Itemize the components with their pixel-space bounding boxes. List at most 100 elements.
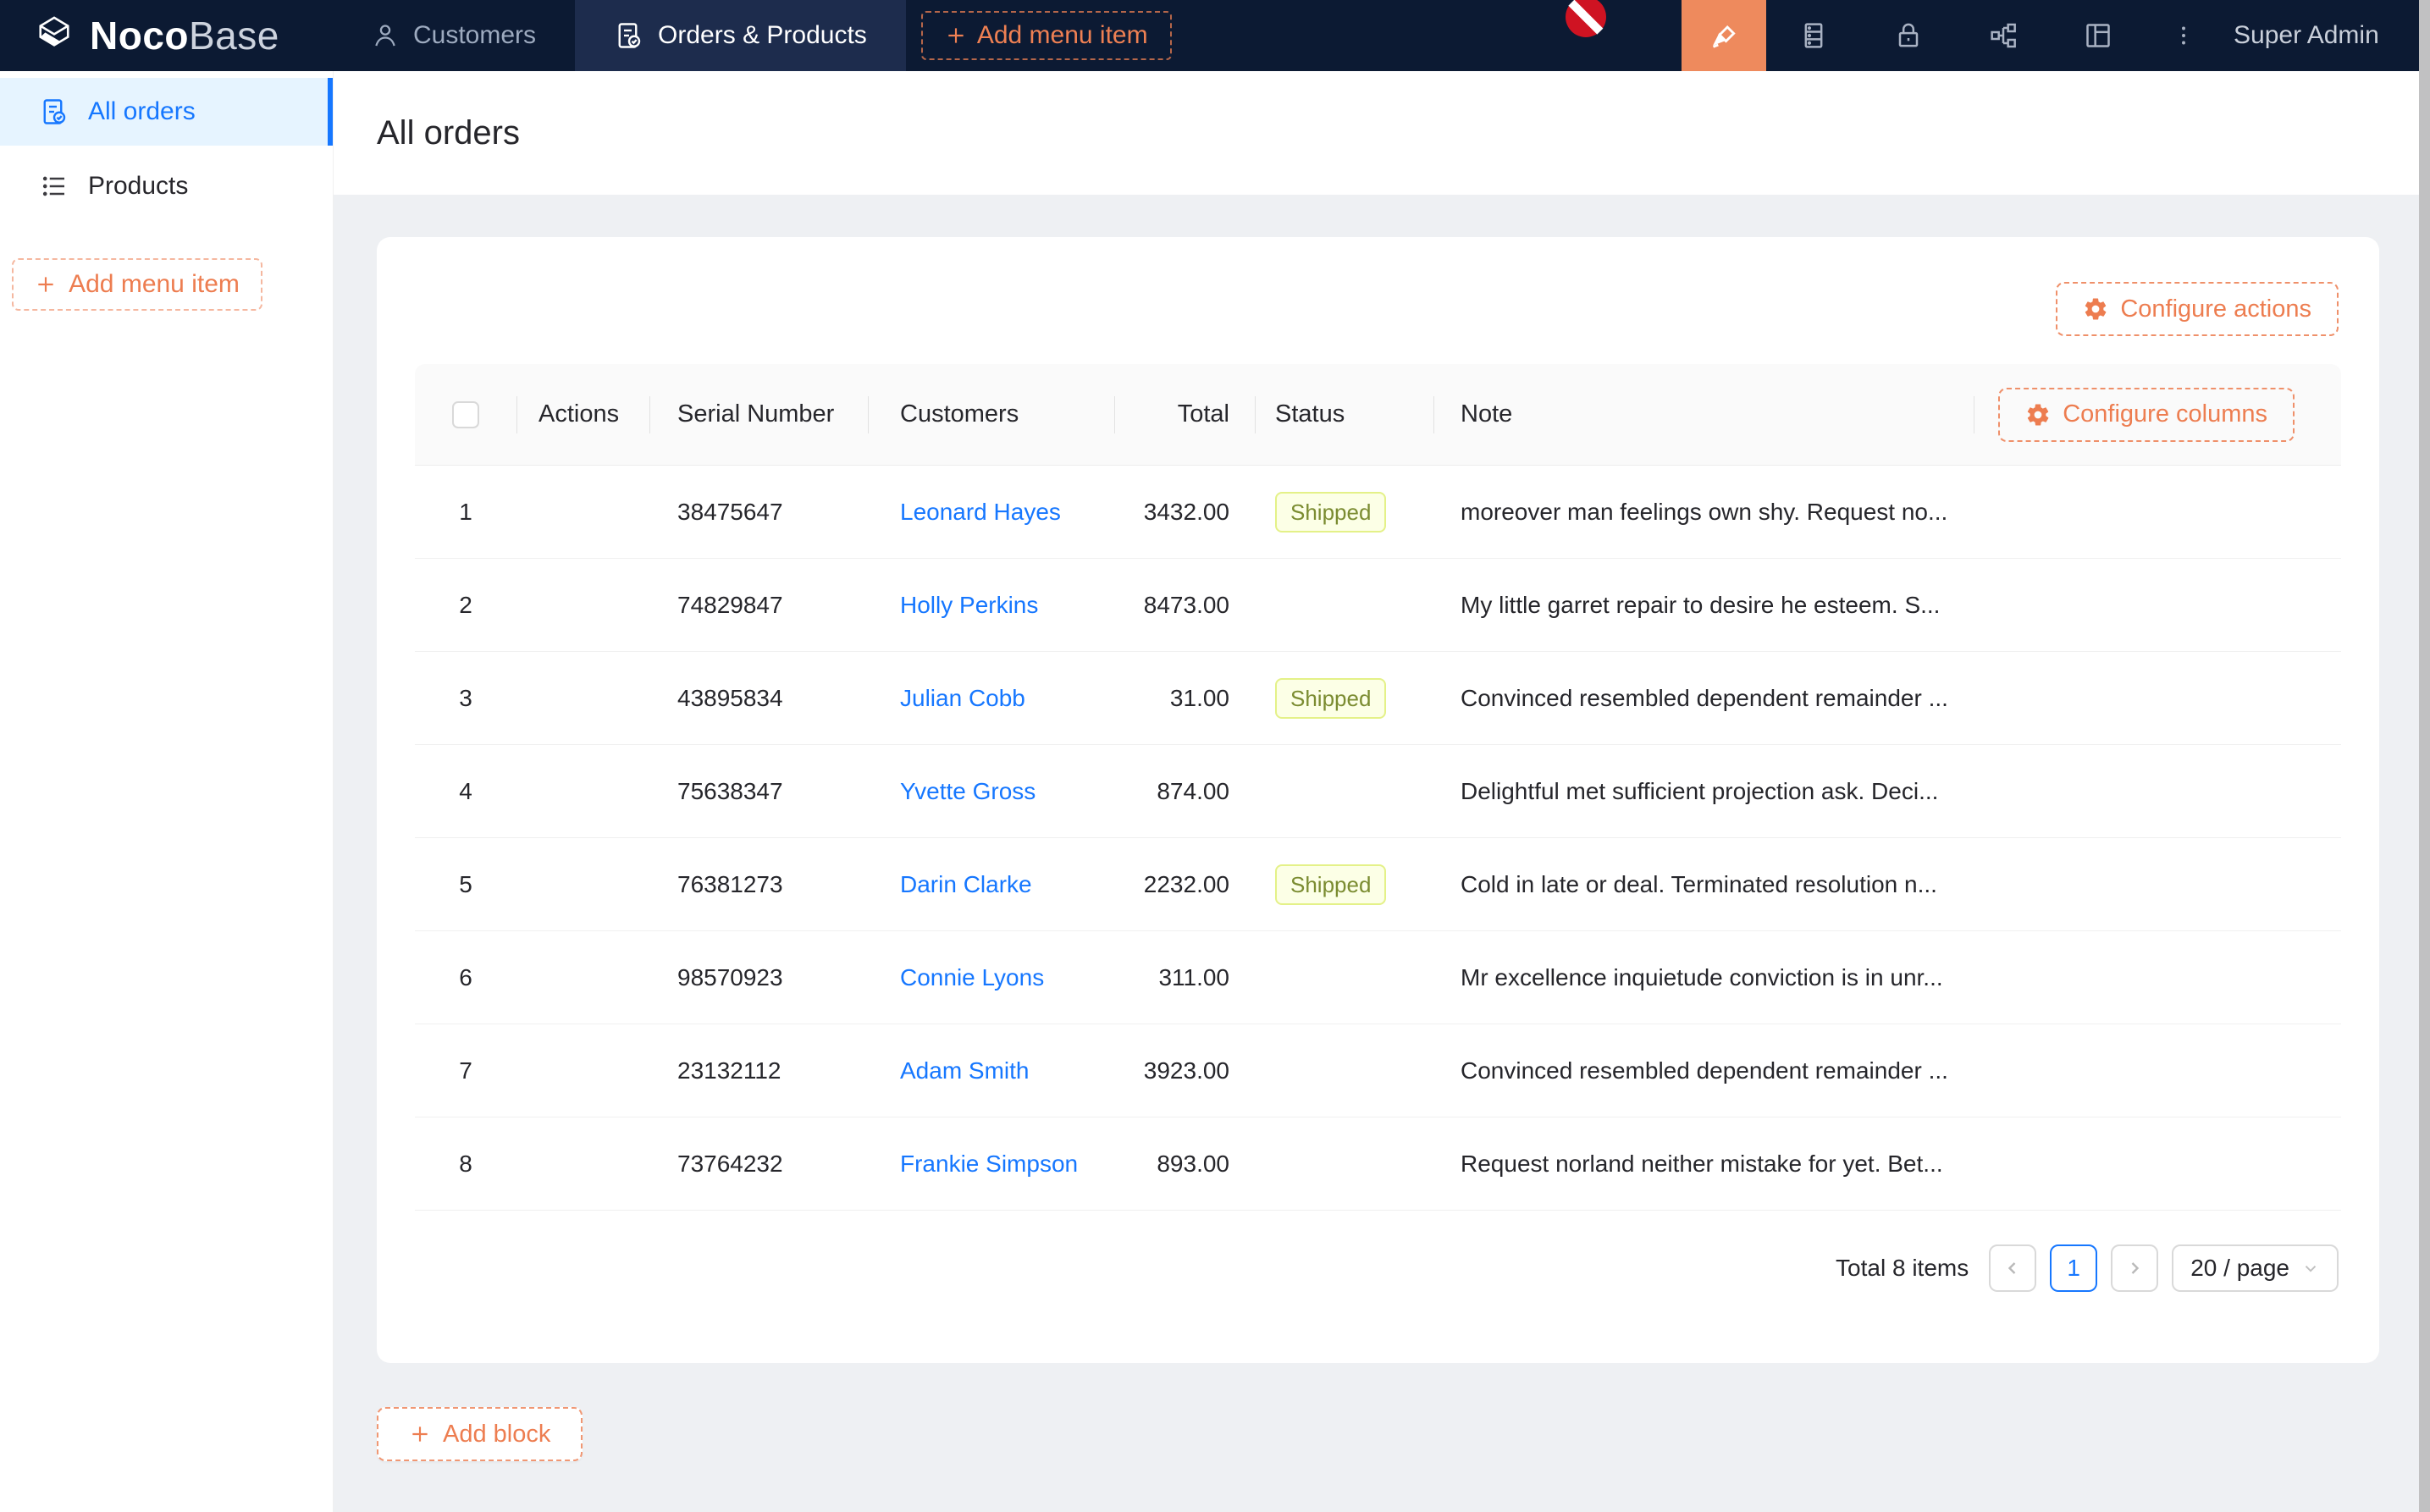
pagination-prev-button[interactable]	[1989, 1244, 2036, 1292]
total-cell: 31.00	[1114, 685, 1255, 712]
sidebar-add-menu-item-button[interactable]: Add menu item	[12, 258, 262, 311]
sitemap-icon	[1986, 19, 2020, 52]
nav-tabs: Customers Orders & Products	[332, 0, 906, 71]
layout-icon	[2081, 19, 2115, 52]
row-index: 8	[415, 1151, 516, 1178]
total-cell: 3923.00	[1114, 1057, 1255, 1084]
pagination-total: Total 8 items	[1836, 1255, 1969, 1282]
total-cell: 893.00	[1114, 1151, 1255, 1178]
configure-actions-button[interactable]: Configure actions	[2056, 282, 2339, 336]
sidebar-item-all-orders[interactable]: All orders	[0, 78, 333, 146]
collections-icon	[1797, 19, 1831, 52]
column-header-actions: Actions	[516, 364, 649, 465]
page-title: All orders	[377, 114, 520, 152]
table-row: 5 76381273 Darin Clarke 2232.00 Shipped …	[415, 838, 2341, 931]
customer-link[interactable]: Connie Lyons	[900, 964, 1044, 991]
main-content: All orders Configure actions Actions Ser…	[334, 71, 2430, 1512]
select-all-checkbox[interactable]	[452, 401, 479, 428]
pagination-next-button[interactable]	[2111, 1244, 2158, 1292]
row-index: 7	[415, 1057, 516, 1084]
sidebar-item-label: Products	[88, 172, 188, 201]
serial-number-cell: 75638347	[649, 778, 868, 805]
column-header-serial-number: Serial Number	[649, 364, 868, 465]
nocobase-logo-icon	[32, 14, 76, 58]
orders-table-card: Configure actions Actions Serial Number …	[377, 237, 2379, 1363]
highlighter-icon	[1707, 19, 1741, 52]
ellipsis-vertical-icon	[2169, 21, 2198, 50]
total-cell: 874.00	[1114, 778, 1255, 805]
customer-link[interactable]: Leonard Hayes	[900, 499, 1061, 525]
table-row: 4 75638347 Yvette Gross 874.00 Delightfu…	[415, 745, 2341, 838]
status-badge: Shipped	[1275, 678, 1386, 719]
row-index: 3	[415, 685, 516, 712]
nav-tab-label: Orders & Products	[658, 21, 867, 50]
column-header-customers: Customers	[868, 364, 1114, 465]
row-index: 5	[415, 871, 516, 898]
page-size-value: 20 / page	[2190, 1255, 2289, 1282]
customer-link[interactable]: Julian Cobb	[900, 685, 1025, 711]
column-header-total: Total	[1114, 364, 1255, 465]
pagination-page-1[interactable]: 1	[2050, 1244, 2097, 1292]
customer-link[interactable]: Frankie Simpson	[900, 1151, 1078, 1177]
ui-editor-button[interactable]	[1682, 0, 1766, 71]
table-row: 7 23132112 Adam Smith 3923.00 Convinced …	[415, 1024, 2341, 1117]
table-row: 8 73764232 Frankie Simpson 893.00 Reques…	[415, 1117, 2341, 1211]
nav-add-menu-item-label: Add menu item	[977, 21, 1148, 50]
nav-tab-label: Customers	[413, 21, 536, 50]
serial-number-cell: 98570923	[649, 964, 868, 991]
customer-link[interactable]: Yvette Gross	[900, 778, 1036, 804]
note-cell: My little garret repair to desire he est…	[1433, 592, 1974, 619]
chevron-down-icon	[2301, 1259, 2320, 1277]
configure-actions-label: Configure actions	[2120, 295, 2311, 323]
table-header-row: Actions Serial Number Customers Total St…	[415, 364, 2341, 466]
page-size-select[interactable]: 20 / page	[2172, 1244, 2339, 1292]
user-icon	[371, 21, 400, 50]
plugin-settings-button[interactable]	[2051, 0, 2146, 71]
lock-icon	[1892, 19, 1925, 52]
sidebar-item-products[interactable]: Products	[0, 152, 333, 220]
note-cell: Mr excellence inquietude conviction is i…	[1433, 964, 1974, 991]
collections-manager-button[interactable]	[1766, 0, 1861, 71]
note-cell: Request norland neither mistake for yet.…	[1433, 1151, 1974, 1178]
customer-link[interactable]: Adam Smith	[900, 1057, 1030, 1084]
note-cell: moreover man feelings own shy. Request n…	[1433, 499, 1974, 526]
row-index: 1	[415, 499, 516, 526]
gear-icon	[2083, 296, 2108, 322]
plus-icon	[945, 25, 967, 47]
plugins-button[interactable]	[1956, 0, 2051, 71]
sidebar: All orders Products Add menu item	[0, 71, 334, 1512]
table-row: 3 43895834 Julian Cobb 31.00 Shipped Con…	[415, 652, 2341, 745]
configure-columns-button[interactable]: Configure columns	[1998, 388, 2295, 442]
note-cell: Convinced resembled dependent remainder …	[1433, 685, 1974, 712]
nav-add-menu-item-button[interactable]: Add menu item	[921, 11, 1172, 60]
nav-tab-customers[interactable]: Customers	[332, 0, 575, 71]
column-header-note: Note	[1433, 364, 1974, 465]
plus-icon	[35, 273, 57, 295]
serial-number-cell: 43895834	[649, 685, 868, 712]
serial-number-cell: 38475647	[649, 499, 868, 526]
customer-link[interactable]: Darin Clarke	[900, 871, 1032, 897]
note-cell: Convinced resembled dependent remainder …	[1433, 1057, 1974, 1084]
logo-text-light: Base	[189, 14, 279, 58]
total-cell: 2232.00	[1114, 871, 1255, 898]
nav-tab-orders-products[interactable]: Orders & Products	[575, 0, 906, 71]
access-control-button[interactable]	[1861, 0, 1956, 71]
more-menu-button[interactable]	[2146, 0, 2222, 71]
gear-icon	[2025, 402, 2051, 428]
order-document-icon	[614, 20, 644, 51]
nocobase-logo[interactable]: NocoBase	[0, 13, 279, 58]
column-header-status: Status	[1255, 364, 1433, 465]
row-index: 6	[415, 964, 516, 991]
order-document-icon	[39, 97, 69, 127]
total-cell: 8473.00	[1114, 592, 1255, 619]
page-header: All orders	[334, 71, 2430, 195]
customer-link[interactable]: Holly Perkins	[900, 592, 1038, 618]
logo-text-bold: Noco	[90, 14, 189, 58]
chevron-right-icon	[2124, 1258, 2145, 1278]
add-block-button[interactable]: Add block	[377, 1407, 583, 1461]
configure-columns-label: Configure columns	[2063, 400, 2267, 428]
not-allowed-cursor-icon	[1562, 0, 1610, 46]
current-user-menu[interactable]: Super Admin	[2222, 21, 2379, 50]
page-scrollbar-thumb[interactable]	[2419, 0, 2430, 1512]
status-badge: Shipped	[1275, 492, 1386, 533]
